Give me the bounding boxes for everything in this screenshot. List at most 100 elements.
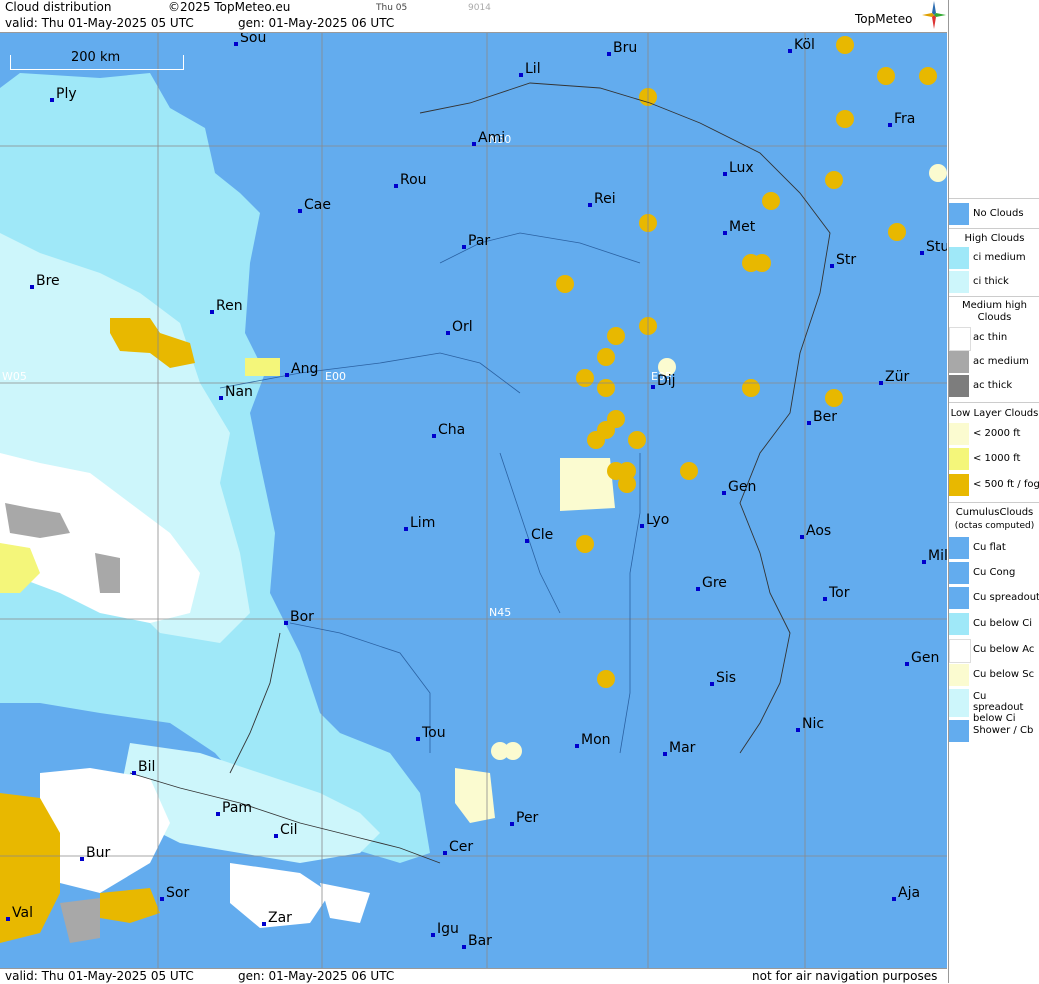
city-marker-icon [525, 539, 529, 543]
legend-label-cu-flat: Cu flat [973, 542, 1006, 553]
legend-label-ac-medium: ac medium [973, 356, 1029, 367]
city-marker-icon [216, 812, 220, 816]
legend-cu-below-ac: Cu below Ac [949, 639, 1039, 663]
footer-bar: valid: Thu 01-May-2025 05 UTC gen: 01-Ma… [0, 968, 947, 984]
footer-disclaimer: not for air navigation purposes [752, 969, 938, 983]
city-marker-icon [510, 822, 514, 826]
city-marker-icon [404, 527, 408, 531]
legend-cu-cong: Cu Cong [949, 562, 1039, 584]
valid-time: valid: Thu 01-May-2025 05 UTC [5, 16, 194, 30]
city-label: Ply [56, 86, 77, 102]
cloud-map[interactable]: 200 km N50 N45 W05 E00 E05 Sou Bru Köl Lil P… [0, 33, 947, 968]
legend-label-no-clouds: No Clouds [973, 208, 1024, 219]
legend-label-ci-thick: ci thick [973, 276, 1009, 287]
legend-label-low-500: < 500 ft / fog [973, 479, 1039, 490]
legend-swatch-cu-below-ci [949, 613, 969, 635]
city-marker-icon [588, 203, 592, 207]
legend-cu-below-ci: Cu below Ci [949, 613, 1039, 635]
cloud-area-low-loire [245, 358, 280, 376]
legend-label-cu-cong: Cu Cong [973, 567, 1016, 578]
city-marker-icon [640, 524, 644, 528]
city-label: Aos [806, 523, 832, 539]
city-marker-icon [651, 385, 655, 389]
grid-label-n45: N45 [489, 606, 512, 619]
code-label: 9014 [468, 3, 491, 13]
city-label: Bru [613, 40, 638, 56]
legend-cu-flat: Cu flat [949, 537, 1039, 559]
city-label: Fra [894, 111, 916, 127]
city-label: Zür [885, 369, 910, 385]
compass-icon [922, 1, 946, 29]
cloud-area-gray-spain [60, 898, 100, 943]
city-label: Rei [594, 191, 616, 207]
city-label: Gen [911, 650, 940, 666]
city-label: Orl [452, 319, 473, 335]
legend-cumulus-title: CumulusClouds [955, 507, 1034, 518]
city-marker-icon [888, 123, 892, 127]
city-label: Nic [802, 716, 825, 732]
legend-ac-thin: ac thin [949, 327, 1039, 351]
legend-swatch-ac-medium [949, 351, 969, 373]
city-label: Pam [222, 800, 253, 816]
city-label: Köl [794, 37, 815, 53]
cloud-area-low-center [560, 458, 615, 511]
legend-swatch-cu-cong [949, 562, 969, 584]
city-marker-icon [796, 728, 800, 732]
city-marker-icon [6, 917, 10, 921]
city-label: Mil [928, 548, 947, 564]
city-label: Tou [422, 725, 446, 741]
legend-no-clouds: No Clouds [949, 203, 1039, 225]
legend-swatch-cu-spreadout [949, 587, 969, 609]
footer-gen: gen: 01-May-2025 06 UTC [238, 969, 395, 983]
legend-cu-spreadout: Cu spreadout [949, 587, 1039, 609]
legend-label-ac-thick: ac thick [973, 380, 1013, 391]
grid-label-w05: W05 [2, 370, 27, 383]
legend-swatch-low-2000 [949, 423, 969, 445]
scale-label: 200 km [69, 50, 123, 65]
city-label: Mar [669, 740, 696, 756]
city-label: Lyo [646, 512, 670, 528]
legend-cu-below-sc: Cu below Sc [949, 664, 1039, 686]
legend-ac-thick: ac thick [949, 375, 1039, 397]
legend-swatch-no-clouds [949, 203, 969, 225]
fog-dots [556, 36, 937, 688]
city-label: Str [836, 252, 857, 268]
legend-label-cu-spreadout: Cu spreadout [973, 592, 1039, 603]
legend-label-cu-below-ac: Cu below Ac [973, 644, 1035, 655]
legend-swatch-cu-spreadout-below-ci [949, 689, 969, 717]
city-label: Met [729, 219, 756, 235]
city-marker-icon [30, 285, 34, 289]
city-marker-icon [807, 421, 811, 425]
legend-label-low-2000: < 2000 ft [973, 428, 1021, 439]
legend-low-1000: < 1000 ft [949, 448, 1039, 470]
city-marker-icon [696, 587, 700, 591]
legend-swatch-low-1000 [949, 448, 969, 470]
legend-high-title: High Clouds [964, 233, 1025, 244]
city-marker-icon [722, 491, 726, 495]
city-label: Zar [268, 910, 292, 926]
legend-swatch-cu-below-sc [949, 664, 969, 686]
city-marker-icon [80, 857, 84, 861]
legend-ac-medium: ac medium [949, 351, 1039, 373]
legend-low-title: Low Layer Clouds [950, 408, 1039, 419]
city-marker-icon [920, 251, 924, 255]
city-marker-icon [472, 142, 476, 146]
city-label: Rou [400, 172, 427, 188]
grid-label-e00: E00 [325, 370, 346, 383]
city-marker-icon [446, 331, 450, 335]
legend-cumulus-subtitle: (octas computed) [954, 521, 1035, 531]
footer-valid: valid: Thu 01-May-2025 05 UTC [5, 969, 194, 983]
city-marker-icon [710, 682, 714, 686]
city-marker-icon [262, 922, 266, 926]
city-label: Per [516, 810, 539, 826]
city-label: Gen [728, 479, 757, 495]
city-marker-icon [50, 98, 54, 102]
legend-low-500: < 500 ft / fog [949, 474, 1039, 496]
city-marker-icon [519, 73, 523, 77]
legend-swatch-ci-medium [949, 247, 969, 269]
legend-ci-thick: ci thick [949, 271, 1039, 293]
legend-swatch-cu-below-ac [949, 639, 971, 663]
city-label: Cha [438, 422, 466, 438]
legend-label-cu-below-sc: Cu below Sc [973, 669, 1035, 680]
city-marker-icon [432, 434, 436, 438]
